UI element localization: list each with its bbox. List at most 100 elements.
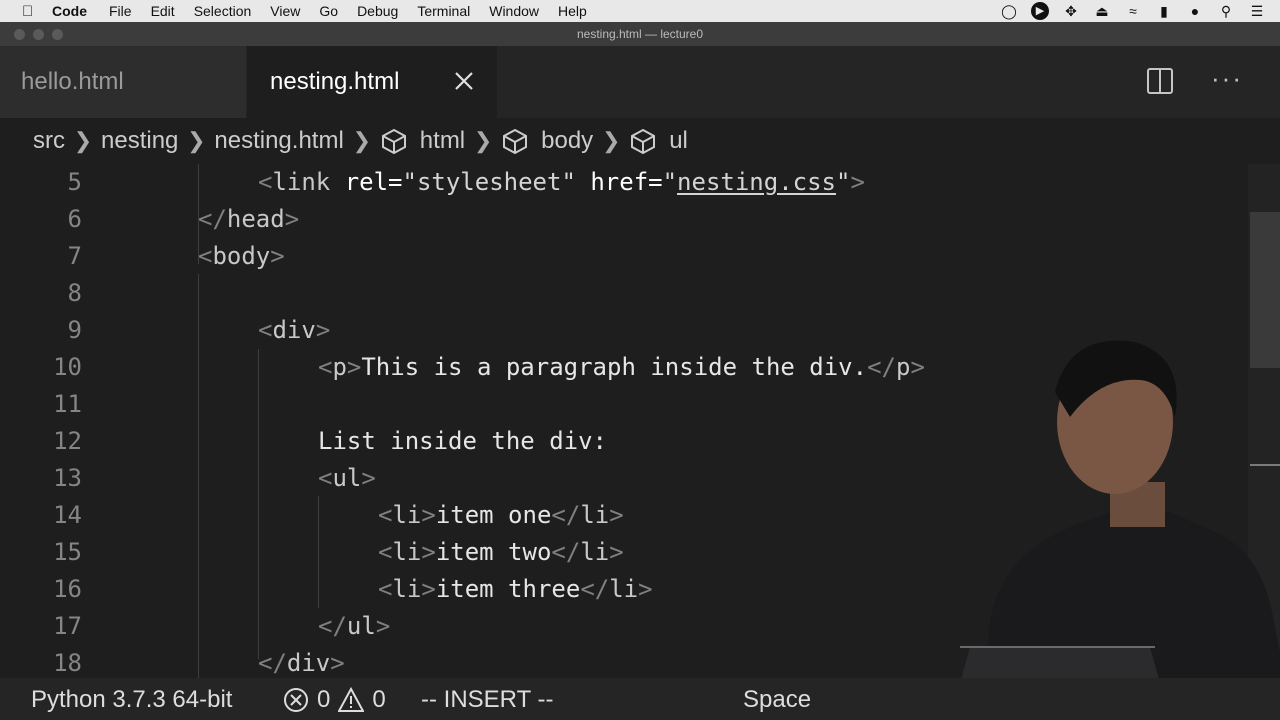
chevron-right-icon: ❯ (187, 128, 206, 153)
menu-edit[interactable]: Edit (151, 3, 175, 19)
code-token: ul (346, 612, 376, 640)
menu-list-icon[interactable]: ☰ (1248, 3, 1266, 20)
code-text: </ul> (318, 608, 390, 645)
code-token: " (836, 168, 851, 196)
menu-debug[interactable]: Debug (357, 3, 398, 19)
menu-app[interactable]: Code (52, 3, 87, 19)
code-token: li (392, 501, 422, 529)
code-token: > (609, 538, 624, 566)
menu-view[interactable]: View (270, 3, 300, 19)
warning-count: 0 (372, 686, 386, 713)
breadcrumb-item-body[interactable]: body (501, 127, 593, 155)
code-token: > (421, 575, 436, 603)
problems-indicator[interactable]: 0 0 (283, 686, 386, 714)
eject-icon[interactable]: ⏏ (1093, 3, 1111, 20)
code-token: li (580, 538, 610, 566)
wifi-icon[interactable]: ≈ (1124, 3, 1142, 19)
code-token: > (609, 501, 624, 529)
code-token: </ (580, 575, 610, 603)
line-number: 17 (53, 612, 82, 640)
breadcrumb-label: body (541, 127, 594, 154)
menu-selection[interactable]: Selection (194, 3, 252, 19)
menu-help[interactable]: Help (558, 3, 587, 19)
code-text: <ul> (318, 460, 376, 497)
code-text: <li>item two</li> (378, 534, 624, 571)
tab-hello-html[interactable]: hello.html (0, 46, 246, 118)
code-token: li (580, 501, 610, 529)
code-token: " (662, 168, 678, 196)
code-token: item two (435, 538, 552, 566)
sync-icon[interactable]: ✥ (1062, 3, 1080, 20)
code-token: </ (867, 353, 896, 381)
code-token: < (318, 464, 333, 492)
code-token: > (284, 205, 300, 233)
breadcrumb-item-nesting[interactable]: nesting (101, 127, 178, 155)
battery-icon[interactable]: ▮ (1155, 3, 1173, 20)
python-interpreter[interactable]: Python 3.7.3 64-bit (31, 686, 232, 714)
code-token: > (421, 538, 436, 566)
minimize-window-button[interactable] (33, 29, 44, 40)
chevron-right-icon: ❯ (473, 128, 493, 153)
code-line[interactable]: 8 (0, 275, 1240, 312)
window-controls (14, 29, 63, 40)
code-token: li (392, 575, 422, 603)
tab-label: nesting.html (270, 68, 400, 95)
menu-status-icons: ◯ ▶ ✥ ⏏ ≈ ▮ ● ⚲ ☰ (1000, 0, 1266, 22)
glasses-icon[interactable]: ◯ (1000, 3, 1018, 20)
menu-go[interactable]: Go (319, 3, 338, 19)
close-window-button[interactable] (14, 29, 25, 40)
code-token: </ (318, 612, 347, 640)
code-token: < (198, 242, 213, 270)
code-token: > (910, 353, 925, 381)
warning-icon (338, 687, 365, 712)
symbol-element-icon (503, 128, 528, 154)
line-number: 6 (67, 205, 82, 233)
window-title: nesting.html — lecture0 (576, 27, 704, 41)
zoom-window-button[interactable] (52, 29, 63, 40)
code-text: <li>item one</li> (378, 497, 624, 534)
split-editor-icon[interactable] (1147, 68, 1173, 94)
line-number: 12 (53, 427, 82, 455)
breadcrumb: src ❯ nesting ❯ nesting.html ❯ html ❯ bo… (0, 118, 1280, 164)
breadcrumb-item-ul[interactable]: ul (629, 127, 688, 155)
breadcrumb-item-src[interactable]: src (33, 127, 65, 155)
code-link-token: nesting.css (677, 168, 836, 196)
spotlight-search-icon[interactable]: ⚲ (1217, 3, 1235, 20)
close-icon[interactable] (451, 68, 477, 94)
code-token: item three (435, 575, 581, 603)
media-play-icon[interactable]: ▶ (1031, 2, 1049, 20)
breadcrumb-item-file[interactable]: nesting.html (214, 127, 343, 155)
code-token: </ (551, 501, 581, 529)
line-number: 18 (53, 649, 82, 677)
line-number: 14 (53, 501, 82, 529)
error-count: 0 (317, 686, 331, 713)
tab-nesting-html[interactable]: nesting.html (247, 46, 497, 118)
code-token: ul (332, 464, 362, 492)
indentation-indicator[interactable]: Space (743, 686, 811, 714)
code-token: item one (435, 501, 552, 529)
code-token: This is a paragraph inside the div. (361, 353, 868, 381)
line-number: 9 (67, 316, 82, 344)
code-token: p (332, 353, 347, 381)
code-text: <div> (258, 312, 330, 349)
code-token: List inside the div: (318, 427, 607, 455)
code-token: < (318, 353, 333, 381)
code-token: body (212, 242, 271, 270)
menu-window[interactable]: Window (489, 3, 539, 19)
more-actions-icon[interactable]: ··· (1211, 65, 1241, 91)
apple-icon[interactable]:  (22, 3, 38, 20)
breadcrumb-item-html[interactable]: html (380, 127, 465, 155)
code-text: <link rel="stylesheet" href="nesting.css… (258, 164, 865, 201)
presenter-video-overlay (960, 340, 1280, 720)
menu-terminal[interactable]: Terminal (417, 3, 470, 19)
code-token: div (272, 316, 316, 344)
code-token: > (638, 575, 653, 603)
tab-bar: hello.html nesting.html ··· (0, 46, 1280, 118)
code-text: <p > This is a paragraph inside the div.</… (318, 349, 925, 386)
breadcrumb-label: ul (669, 127, 688, 154)
code-line[interactable]: 6 </head> (0, 201, 1240, 238)
user-icon[interactable]: ● (1186, 3, 1204, 19)
code-line[interactable]: 5 <link rel="stylesheet" href="nesting.cs… (0, 164, 1240, 201)
code-line[interactable]: 7 <body> (0, 238, 1240, 275)
menu-file[interactable]: File (109, 3, 132, 19)
